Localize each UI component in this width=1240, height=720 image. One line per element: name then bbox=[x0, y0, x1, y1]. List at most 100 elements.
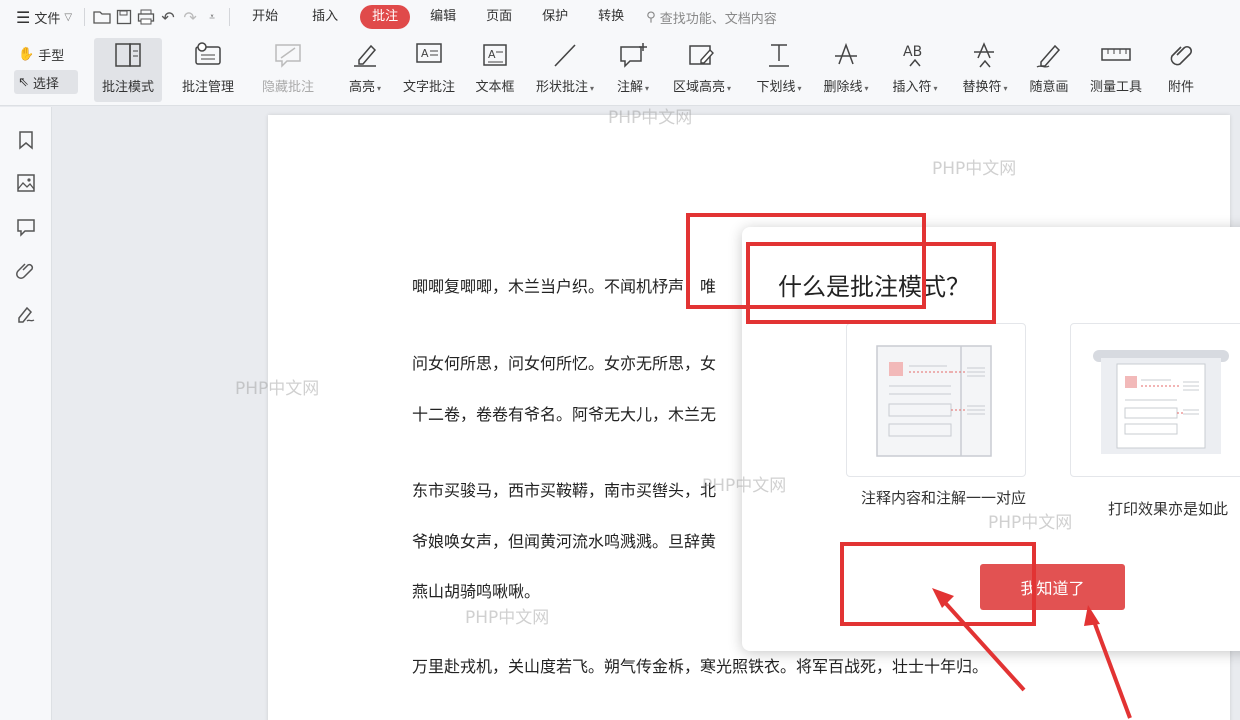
hamburger-icon: ☰ bbox=[16, 7, 31, 27]
text-annotation-label: 文字批注 bbox=[402, 80, 455, 95]
document-line: 问女何所思，问女何所忆。女亦无所思，女 bbox=[412, 354, 717, 373]
tab-page[interactable]: 页面 bbox=[474, 5, 524, 29]
insert-caret-label: 插入符 bbox=[892, 80, 932, 95]
replace-mark-button[interactable]: 替换符 ▾ bbox=[954, 38, 1016, 102]
note-add-icon bbox=[618, 38, 648, 72]
highlight-box-title-inner bbox=[746, 242, 996, 324]
strikethrough-button[interactable]: 删除线 ▾ bbox=[816, 38, 876, 102]
replace-mark-label: 替换符 bbox=[962, 80, 1002, 95]
tab-protect[interactable]: 保护 bbox=[530, 5, 580, 29]
annotation-mode-button[interactable]: 批注模式 bbox=[94, 38, 162, 102]
svg-text:A: A bbox=[421, 47, 429, 60]
hide-annotation-icon bbox=[273, 38, 303, 72]
insert-caret-button[interactable]: AB 插入符 ▾ bbox=[884, 38, 946, 102]
tab-annotate[interactable]: 批注 bbox=[360, 5, 411, 29]
annotation-illustration-icon bbox=[876, 345, 992, 457]
more-dropdown-icon[interactable]: ⩡ bbox=[201, 6, 223, 28]
attachment-button[interactable]: 附件 bbox=[1160, 38, 1202, 102]
textbox-button[interactable]: A 文本框 bbox=[470, 38, 520, 102]
svg-text:AB: AB bbox=[903, 44, 922, 60]
search-placeholder: 查找功能、文档内容 bbox=[659, 11, 777, 27]
annotation-mode-label: 批注模式 bbox=[101, 80, 154, 95]
insert-caret-label-row: 插入符 ▾ bbox=[892, 76, 937, 95]
divider bbox=[229, 8, 231, 26]
area-highlight-icon bbox=[687, 38, 717, 72]
save-icon[interactable] bbox=[113, 6, 135, 28]
search-box[interactable]: ⚲ 查找功能、文档内容 bbox=[646, 8, 777, 27]
strikethrough-label-row: 删除线 ▾ bbox=[823, 76, 868, 95]
annotation-manage-button[interactable]: 批注管理 bbox=[176, 38, 240, 102]
measure-tool-button[interactable]: 测量工具 bbox=[1084, 38, 1148, 102]
highlight-button[interactable]: 高亮 ▾ bbox=[342, 38, 388, 102]
document-line: 唧唧复唧唧，木兰当户织。不闻机杼声，唯 bbox=[412, 277, 717, 296]
paperclip-icon bbox=[1168, 38, 1194, 72]
underline-icon bbox=[765, 38, 793, 72]
freehand-draw-button[interactable]: 随意画 bbox=[1024, 38, 1074, 102]
annotation-illustration-card bbox=[846, 323, 1026, 477]
highlight-label-row: 高亮 ▾ bbox=[349, 76, 381, 95]
caret-down-icon: ▾ bbox=[590, 84, 595, 93]
hand-tool-button[interactable]: ✋ 手型 bbox=[14, 42, 78, 66]
comment-icon[interactable] bbox=[13, 214, 39, 240]
highlighter-icon bbox=[351, 38, 379, 72]
attachment-label: 附件 bbox=[1167, 80, 1194, 95]
replace-mark-icon bbox=[970, 38, 1000, 72]
tab-edit[interactable]: 编辑 bbox=[418, 5, 468, 29]
select-tool-label: 选择 bbox=[32, 76, 59, 92]
hide-annotation-button[interactable]: 隐藏批注 bbox=[256, 38, 320, 102]
pen-icon bbox=[1035, 38, 1063, 72]
underline-button[interactable]: 下划线 ▾ bbox=[750, 38, 808, 102]
area-highlight-button[interactable]: 区域高亮 ▾ bbox=[666, 38, 738, 102]
hand-tool-label: 手型 bbox=[38, 48, 65, 64]
note-label: 注解 bbox=[616, 80, 643, 95]
tab-insert[interactable]: 插入 bbox=[300, 5, 350, 29]
divider bbox=[84, 8, 86, 26]
underline-label: 下划线 bbox=[756, 80, 796, 95]
underline-label-row: 下划线 ▾ bbox=[756, 76, 801, 95]
cursor-arrow-icon: ⇖ bbox=[18, 74, 29, 90]
annotation-manage-icon bbox=[193, 38, 223, 72]
watermark: PHP中文网 bbox=[235, 379, 320, 399]
print-icon[interactable] bbox=[135, 6, 157, 28]
note-button[interactable]: 注解 ▾ bbox=[610, 38, 656, 102]
caret-down-icon: ▾ bbox=[727, 84, 732, 93]
caret-down-icon: ▾ bbox=[1003, 84, 1008, 93]
watermark: PHP中文网 bbox=[702, 476, 787, 496]
tab-convert[interactable]: 转换 bbox=[586, 5, 636, 29]
select-tool-button[interactable]: ⇖ 选择 bbox=[14, 70, 78, 94]
image-thumbnail-icon[interactable] bbox=[13, 170, 39, 196]
svg-text:A: A bbox=[488, 48, 496, 61]
hand-icon: ✋ bbox=[18, 46, 35, 62]
caret-down-icon: ▾ bbox=[377, 84, 382, 93]
highlight-box-button bbox=[840, 542, 1036, 626]
signature-pen-icon[interactable] bbox=[13, 301, 39, 327]
document-line: 燕山胡骑鸣啾啾。 bbox=[412, 582, 541, 601]
chevron-down-icon: ▽ bbox=[64, 11, 73, 23]
hide-annotation-label: 隐藏批注 bbox=[261, 80, 314, 95]
undo-icon[interactable]: ↶ bbox=[157, 6, 179, 28]
document-line: 万里赴戎机，关山度若飞。朔气传金柝，寒光照铁衣。将军百战死，壮士十年归。 bbox=[412, 657, 989, 676]
search-icon: ⚲ bbox=[646, 9, 656, 25]
strikethrough-label: 删除线 bbox=[823, 80, 863, 95]
tab-start[interactable]: 开始 bbox=[240, 5, 290, 29]
area-highlight-label: 区域高亮 bbox=[672, 80, 725, 95]
textbox-label: 文本框 bbox=[475, 80, 515, 95]
shape-annotation-label: 形状批注 bbox=[535, 80, 588, 95]
shape-annotation-button[interactable]: 形状批注 ▾ bbox=[530, 38, 600, 102]
caret-down-icon: ▾ bbox=[645, 84, 650, 93]
text-annotation-icon: A bbox=[415, 38, 443, 72]
paperclip-icon[interactable] bbox=[13, 257, 39, 283]
caret-down-icon: ▾ bbox=[864, 84, 869, 93]
print-illustration-card bbox=[1070, 323, 1240, 477]
caret-down-icon: ▾ bbox=[933, 84, 938, 93]
open-folder-icon[interactable] bbox=[91, 6, 113, 28]
hand-select-group: ✋ 手型 ⇖ 选择 bbox=[14, 42, 78, 94]
area-highlight-label-row: 区域高亮 ▾ bbox=[673, 76, 731, 95]
text-annotation-button[interactable]: A 文字批注 bbox=[398, 38, 460, 102]
ribbon-toolbar: ✋ 手型 ⇖ 选择 批注模式 批注管理 隐藏批注 高亮 ▾ A 文字批注 A 文本… bbox=[0, 34, 1240, 106]
shape-annotation-label-row: 形状批注 ▾ bbox=[536, 76, 594, 95]
file-menu[interactable]: ☰ 文件 ▽ bbox=[10, 0, 78, 34]
bookmark-icon[interactable] bbox=[13, 127, 39, 153]
caret-down-icon: ▾ bbox=[797, 84, 802, 93]
redo-icon[interactable]: ↷ bbox=[179, 6, 201, 28]
